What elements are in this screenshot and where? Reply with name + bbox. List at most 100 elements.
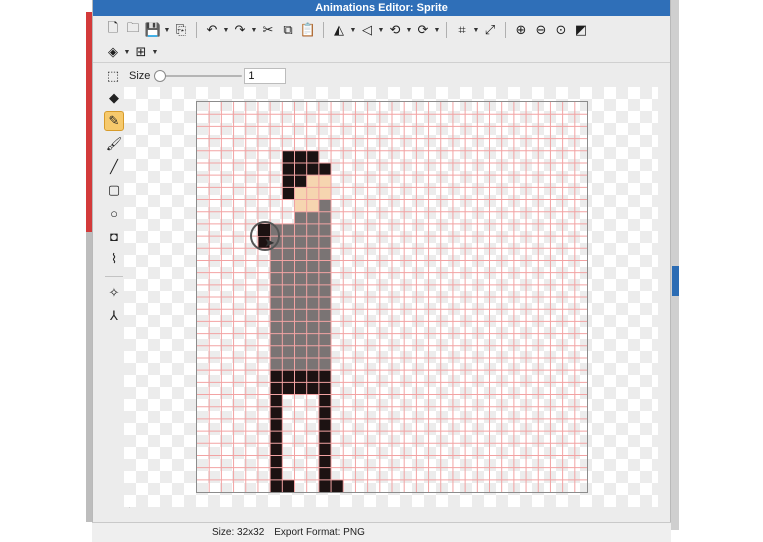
copy-icon[interactable]: ⧉ bbox=[278, 20, 298, 40]
layer-toolbar: ◈ ▼ ⊞ ▼ bbox=[103, 41, 159, 63]
window-title: Animations Editor: Sprite bbox=[93, 0, 670, 16]
grid-icon[interactable]: ⊞ bbox=[131, 42, 151, 62]
redo-icon[interactable]: ↷ bbox=[230, 20, 250, 40]
sprite-pixel bbox=[306, 309, 320, 322]
sprite-pixel bbox=[294, 211, 307, 225]
sprite-pixel bbox=[270, 382, 283, 395]
sprite-pixel bbox=[282, 223, 295, 237]
sprite-pixel bbox=[306, 321, 320, 334]
dropdown-caret-icon[interactable]: ▼ bbox=[123, 49, 131, 56]
paste-icon[interactable]: 📋 bbox=[298, 20, 318, 40]
sprite-pixel bbox=[270, 345, 283, 359]
eraser-tool-icon[interactable]: ◆ bbox=[104, 88, 124, 108]
sprite-pixel bbox=[318, 309, 332, 322]
status-size: Size: 32x32 bbox=[212, 527, 265, 538]
pixel-grid bbox=[197, 102, 587, 492]
sprite-pixel bbox=[306, 187, 320, 200]
sprite-pixel bbox=[306, 199, 320, 212]
size-input[interactable]: 1 bbox=[244, 68, 287, 84]
undo-icon[interactable]: ↶ bbox=[202, 20, 222, 40]
sprite-pixel bbox=[282, 150, 295, 164]
dropdown-caret-icon[interactable]: ▼ bbox=[222, 27, 230, 34]
toolbar-separator bbox=[323, 22, 324, 38]
sprite-pixel bbox=[270, 443, 283, 456]
sprite-pixel bbox=[294, 297, 307, 310]
sprite-pixel bbox=[294, 223, 307, 237]
sprite-pixel bbox=[318, 248, 332, 261]
pencil-tool-icon[interactable]: ✎ bbox=[104, 111, 124, 131]
dropdown-caret-icon[interactable]: ▼ bbox=[349, 27, 357, 34]
sprite-pixel bbox=[282, 272, 295, 286]
cut-icon[interactable]: ✂ bbox=[258, 20, 278, 40]
sprite-pixel bbox=[270, 479, 283, 492]
sprite-pixel bbox=[270, 406, 283, 420]
sprite-pixel bbox=[294, 187, 307, 200]
sprite-pixel bbox=[306, 357, 320, 371]
resize-icon[interactable]: ⤢ bbox=[480, 20, 500, 40]
dropdown-caret-icon[interactable]: ▼ bbox=[151, 49, 159, 56]
dropdown-caret-icon[interactable]: ▼ bbox=[405, 27, 413, 34]
dropdown-caret-icon[interactable]: ▼ bbox=[433, 27, 441, 34]
rotate-right-icon[interactable]: ⟳ bbox=[413, 20, 433, 40]
sprite-pixel bbox=[318, 175, 332, 188]
save-icon[interactable]: 💾 bbox=[143, 20, 163, 40]
main-toolbar: 🗋 🗀 💾 ▼ ⎘ ↶ ▼ ↷ ▼ ✂ ⧉ 📋 ◭ ▼ ◁ ▼ ⟲ ▼ ⟳ ▼ ⌗ ▼ ⤢ ⊕ ⊖ ⊙ ◩ bbox=[103, 19, 591, 41]
tool-separator bbox=[105, 276, 123, 277]
import-icon[interactable]: ⎘ bbox=[171, 20, 191, 40]
sprite-pixel bbox=[282, 309, 295, 322]
fill-bucket-tool-icon[interactable]: ◘ bbox=[104, 226, 124, 246]
sprite-pixel bbox=[270, 431, 283, 444]
background-window-edge bbox=[672, 266, 679, 296]
dropdown-caret-icon[interactable]: ▼ bbox=[250, 27, 258, 34]
dropdown-caret-icon[interactable]: ▼ bbox=[377, 27, 385, 34]
sprite-pixel bbox=[306, 175, 320, 188]
sprite-pixel bbox=[318, 406, 332, 420]
sprite-pixel bbox=[306, 333, 320, 347]
flip-horizontal-icon[interactable]: ◭ bbox=[329, 20, 349, 40]
grid-toggle-icon[interactable]: ◩ bbox=[571, 20, 591, 40]
layers-icon[interactable]: ◈ bbox=[103, 42, 123, 62]
zoom-in-icon[interactable]: ⊕ bbox=[511, 20, 531, 40]
size-slider-thumb[interactable] bbox=[154, 70, 167, 82]
eyedropper-tool-icon[interactable]: ⌇ bbox=[104, 249, 124, 269]
sprite-pixel bbox=[294, 175, 307, 188]
sprite-pixel bbox=[294, 248, 307, 261]
dropdown-caret-icon[interactable]: ▼ bbox=[163, 27, 171, 34]
dropdown-caret-icon[interactable]: ▼ bbox=[472, 27, 480, 34]
sprite-pixel bbox=[294, 345, 307, 359]
zoom-out-icon[interactable]: ⊖ bbox=[531, 20, 551, 40]
sprite-pixel bbox=[282, 162, 295, 176]
sprite-pixel bbox=[306, 211, 320, 225]
sprite-pixel bbox=[318, 211, 332, 225]
sprite-pixel bbox=[318, 199, 332, 212]
sprite-pixel bbox=[306, 150, 320, 164]
sprite-pixel bbox=[318, 260, 332, 273]
sprite-pixel bbox=[270, 284, 283, 298]
transform-tool-icon[interactable]: ⅄ bbox=[104, 306, 124, 326]
crop-icon[interactable]: ⌗ bbox=[452, 20, 472, 40]
flip-vertical-icon[interactable]: ◁ bbox=[357, 20, 377, 40]
toolbar-separator bbox=[196, 22, 197, 38]
status-bar: Size: 32x32 Export Format: PNG bbox=[92, 522, 671, 542]
sprite-pixel bbox=[318, 297, 332, 310]
sprite-pixel bbox=[294, 162, 307, 176]
sprite-pixel bbox=[318, 284, 332, 298]
ellipse-tool-icon[interactable]: ○ bbox=[104, 203, 124, 223]
sprite-pixel bbox=[318, 479, 332, 492]
open-folder-icon[interactable]: 🗀 bbox=[123, 20, 143, 40]
rotate-left-icon[interactable]: ⟲ bbox=[385, 20, 405, 40]
magic-wand-tool-icon[interactable]: ✧ bbox=[104, 283, 124, 303]
sprite-pixel bbox=[270, 357, 283, 371]
brush-tool-icon[interactable]: 🖌 bbox=[104, 134, 124, 154]
sprite-pixel bbox=[306, 236, 320, 249]
zoom-fit-icon[interactable]: ⊙ bbox=[551, 20, 571, 40]
line-tool-icon[interactable]: ╱ bbox=[104, 157, 124, 177]
rectangle-tool-icon[interactable]: ▢ bbox=[104, 180, 124, 200]
size-slider[interactable] bbox=[154, 69, 243, 83]
sprite-canvas[interactable] bbox=[196, 101, 588, 493]
sprite-pixel bbox=[282, 382, 295, 395]
sprite-pixel bbox=[282, 260, 295, 273]
new-file-icon[interactable]: 🗋 bbox=[103, 20, 123, 40]
sprite-pixel bbox=[270, 418, 283, 432]
selection-rect-icon[interactable]: ⬚ bbox=[103, 66, 123, 86]
